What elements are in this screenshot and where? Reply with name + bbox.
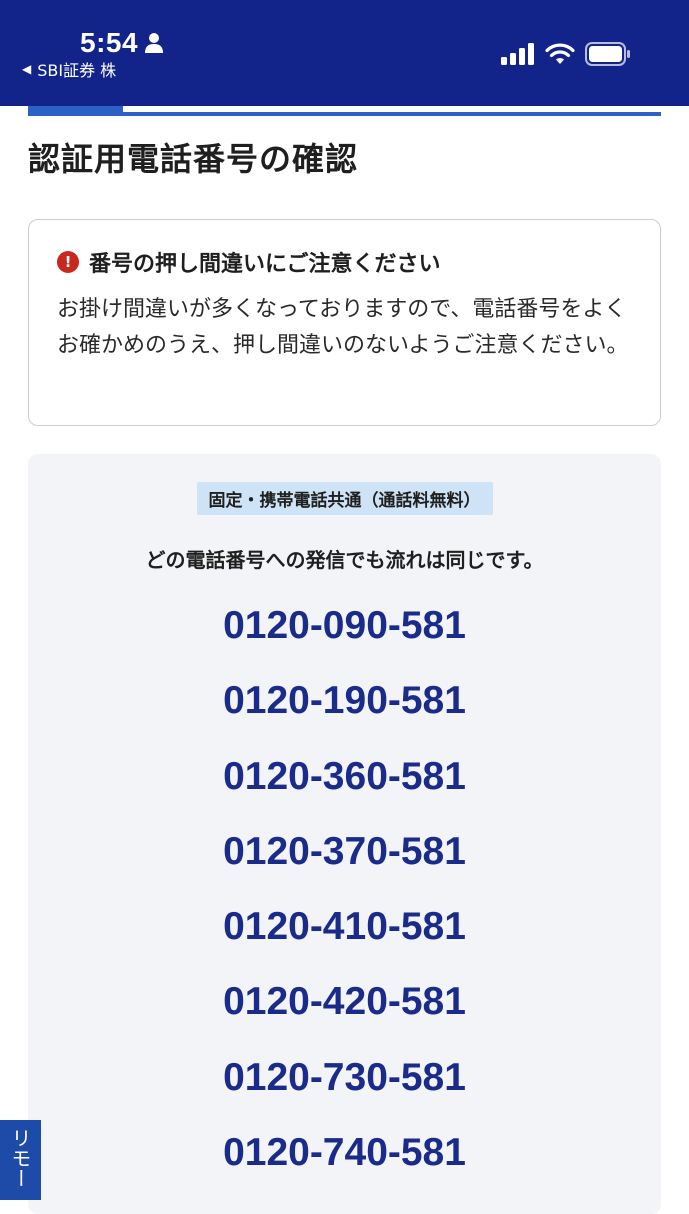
status-bar: 5:54 ◀ SBI証券 株 <box>0 0 689 106</box>
person-icon <box>144 32 164 54</box>
back-arrow-icon: ◀ <box>22 62 32 76</box>
notice-heading: 番号の押し間違いにご注意ください <box>89 252 441 277</box>
page-title: 認証用電話番号の確認 <box>28 140 359 178</box>
progress-track <box>28 112 661 116</box>
back-to-app-link[interactable]: ◀ SBI証券 株 <box>22 58 116 80</box>
remote-support-tab[interactable]: リモー <box>0 1120 41 1200</box>
caution-notice: ! 番号の押し間違いにご注意ください お掛け間違いが多くなっておりますので、電話… <box>28 219 661 426</box>
wifi-icon <box>545 43 575 69</box>
battery-icon <box>585 42 631 70</box>
side-tab-label: リモー <box>8 1128 32 1188</box>
phone-number-link[interactable]: 0120-190-581 <box>28 677 661 752</box>
phone-number-link[interactable]: 0120-090-581 <box>28 602 661 677</box>
phone-number-link[interactable]: 0120-370-581 <box>28 828 661 903</box>
phone-number-link[interactable]: 0120-410-581 <box>28 903 661 978</box>
phone-number-link[interactable]: 0120-360-581 <box>28 753 661 828</box>
panel-subtitle: どの電話番号への発信でも流れは同じです。 <box>145 548 544 572</box>
alert-icon: ! <box>57 251 79 273</box>
signal-icon <box>501 43 535 69</box>
toll-free-badge: 固定・携帯電話共通（通話料無料） <box>196 482 493 515</box>
status-time: 5:54 <box>80 27 139 58</box>
tag-wrap: 固定・携帯電話共通（通話料無料） <box>28 482 661 515</box>
back-app-label: SBI証券 株 <box>37 61 117 80</box>
phone-number-panel: 固定・携帯電話共通（通話料無料） どの電話番号への発信でも流れは同じです。 01… <box>28 454 661 1214</box>
phone-number-link[interactable]: 0120-420-581 <box>28 978 661 1053</box>
notice-body: お掛け間違いが多くなっておりますので、電話番号をよくお確かめのうえ、押し間違いの… <box>57 297 629 358</box>
progress-indicator <box>28 106 123 116</box>
phone-number-link[interactable]: 0120-730-581 <box>28 1054 661 1129</box>
notice-heading-row: ! 番号の押し間違いにご注意ください <box>57 246 634 278</box>
time-row: 5:54 <box>80 27 164 58</box>
status-icons <box>501 42 631 70</box>
phone-number-link[interactable]: 0120-740-581 <box>28 1129 661 1204</box>
phone-number-list: 0120-090-581 0120-190-581 0120-360-581 0… <box>28 602 661 1204</box>
